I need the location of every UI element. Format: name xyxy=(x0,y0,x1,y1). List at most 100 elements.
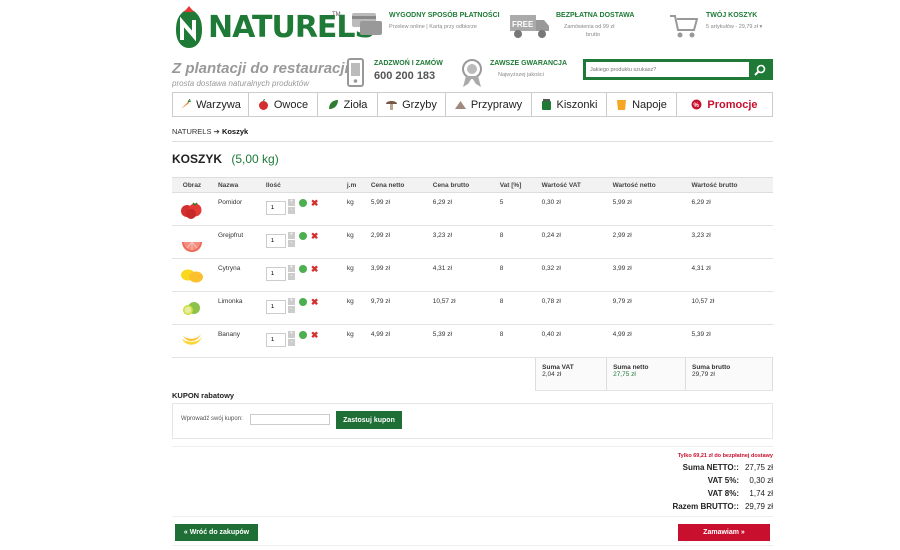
nav-item-warzywa[interactable]: Warzywa xyxy=(173,93,249,116)
back-to-shopping-button[interactable]: « Wróć do zakupów xyxy=(175,524,258,541)
total-net: Suma NETTO:: 27,75 zł xyxy=(683,463,773,472)
nav-item-napoje[interactable]: Napoje xyxy=(607,93,677,116)
vat-sum-value: 2,04 zł xyxy=(542,371,562,378)
logo-text: NATURELS xyxy=(208,10,376,45)
coupon-box: Wprowadź swój kupon: Zastosuj kupon xyxy=(172,403,773,439)
nav-label: Zioła xyxy=(343,98,368,111)
delivery-title: BEZPŁATNA DOSTAWA xyxy=(556,12,635,19)
product-name[interactable]: Limonka xyxy=(211,291,260,325)
remove-x-icon[interactable]: ✖ xyxy=(311,265,319,274)
col-header: Vat [%] xyxy=(493,177,536,193)
vat-rate: 8 xyxy=(493,324,536,358)
vat-rate: 5 xyxy=(493,192,536,226)
free-badge: FREE xyxy=(512,20,534,29)
update-check-icon[interactable] xyxy=(298,199,307,207)
qty-increase-button[interactable]: + xyxy=(287,232,295,239)
coupon-input[interactable] xyxy=(250,414,330,425)
summary-spacer xyxy=(172,358,536,391)
gross-value: 3,23 zł xyxy=(685,225,773,259)
nav-item-grzyby[interactable]: Grzyby xyxy=(378,93,446,116)
nav-item-promocje[interactable]: % Promocje xyxy=(677,93,772,116)
quantity-input[interactable] xyxy=(265,333,286,347)
unit: kg xyxy=(340,258,365,292)
remove-x-icon[interactable]: ✖ xyxy=(311,199,319,208)
vat-rate: 8 xyxy=(493,258,536,292)
quantity-input[interactable] xyxy=(265,267,286,281)
product-name[interactable]: Banany xyxy=(211,324,260,358)
update-check-icon[interactable] xyxy=(298,331,307,339)
qty-cell: +- ✖ xyxy=(259,291,341,325)
product-image[interactable] xyxy=(172,192,212,226)
product-image[interactable] xyxy=(172,225,212,259)
gross-price: 10,57 zł xyxy=(426,291,494,325)
quantity-input[interactable] xyxy=(265,300,286,314)
naturels-logo[interactable]: NATURELS TM xyxy=(172,4,376,52)
delivery-truck-icon: FREE xyxy=(510,15,549,38)
breadcrumb-current: Koszyk xyxy=(221,127,249,136)
search-button[interactable] xyxy=(749,62,770,77)
qty-decrease-button[interactable]: - xyxy=(287,306,295,313)
qty-increase-button[interactable]: + xyxy=(287,331,295,338)
mushroom-icon xyxy=(386,101,398,110)
vat-value: 0,78 zł xyxy=(535,291,607,325)
qty-cell: +- ✖ xyxy=(259,192,341,226)
qty-decrease-button[interactable]: - xyxy=(287,207,295,214)
nav-label: Kiszonki xyxy=(556,98,598,111)
gross-sum-label: Suma brutto xyxy=(692,364,731,371)
qty-decrease-button[interactable]: - xyxy=(287,339,295,346)
product-name[interactable]: Cytryna xyxy=(211,258,260,292)
product-name[interactable]: Pomidor xyxy=(211,192,260,226)
nav-item-przyprawy[interactable]: Przyprawy xyxy=(446,93,532,116)
lemon-icon xyxy=(180,269,203,283)
search-input[interactable] xyxy=(590,64,750,76)
qty-decrease-button[interactable]: - xyxy=(287,240,295,247)
remove-x-icon[interactable]: ✖ xyxy=(311,298,319,307)
summary-row: Suma VAT 2,04 zł Suma netto 27,75 zł Suma … xyxy=(172,357,773,391)
tagline-sub: prosta dostawa naturalnych produktów xyxy=(172,79,309,88)
quantity-input[interactable] xyxy=(265,201,286,215)
phone-info: ZADZWOŃ I ZAMÓW 600 200 183 xyxy=(374,60,443,82)
nav-item-ziola[interactable]: Zioła xyxy=(318,93,378,116)
category-nav: Warzywa Owoce Zioła Grzyby Przyprawy Kis… xyxy=(172,92,773,117)
gross-value: 5,39 zł xyxy=(685,324,773,358)
total-gross-value: 29,79 zł xyxy=(744,502,773,511)
cart-title: TWÓJ KOSZYK xyxy=(706,12,758,19)
table-row: Pomidor +- ✖ kg 5,99 zł 6,29 zł 5 0,30 zł… xyxy=(172,192,773,226)
product-image[interactable] xyxy=(172,324,212,358)
update-check-icon[interactable] xyxy=(298,298,307,306)
divider xyxy=(172,446,773,447)
qty-increase-button[interactable]: + xyxy=(287,199,295,206)
product-image[interactable] xyxy=(172,258,212,292)
update-check-icon[interactable] xyxy=(298,232,307,240)
remove-x-icon[interactable]: ✖ xyxy=(311,232,319,241)
col-header: Nazwa xyxy=(211,177,260,193)
apply-coupon-button[interactable]: Zastosuj kupon xyxy=(336,411,402,429)
carrot-icon xyxy=(181,99,192,109)
product-image[interactable] xyxy=(172,291,212,325)
logo-tm: TM xyxy=(332,12,341,18)
total-vat5-label: VAT 5%: xyxy=(707,476,739,485)
net-sum-label: Suma netto xyxy=(613,364,649,371)
unit: kg xyxy=(340,324,365,358)
unit: kg xyxy=(340,192,365,226)
breadcrumb-home[interactable]: NATURELS xyxy=(172,127,211,136)
cart-icon[interactable] xyxy=(670,14,698,38)
qty-increase-button[interactable]: + xyxy=(287,265,295,272)
quantity-input[interactable] xyxy=(265,234,286,248)
nav-item-owoce[interactable]: Owoce xyxy=(249,93,318,116)
gross-price: 5,39 zł xyxy=(426,324,494,358)
cart-summary[interactable]: TWÓJ KOSZYK 5 artykułów - 29,79 zł ▾ xyxy=(706,12,762,30)
qty-cell: +- ✖ xyxy=(259,225,341,259)
guarantee-medal-icon xyxy=(462,59,482,87)
product-name[interactable]: Grejpfrut xyxy=(211,225,260,259)
nav-item-kiszonki[interactable]: Kiszonki xyxy=(532,93,607,116)
gross-price: 6,29 zł xyxy=(426,192,494,226)
qty-decrease-button[interactable]: - xyxy=(287,273,295,280)
coupon-label: Wprowadź swój kupon: xyxy=(181,416,243,422)
update-check-icon[interactable] xyxy=(298,265,307,273)
remove-x-icon[interactable]: ✖ xyxy=(311,331,319,340)
place-order-button[interactable]: Zamawiam » xyxy=(678,524,770,541)
qty-increase-button[interactable]: + xyxy=(287,298,295,305)
divider xyxy=(172,141,773,142)
total-gross: Razem BRUTTO:: 29,79 zł xyxy=(672,502,773,511)
